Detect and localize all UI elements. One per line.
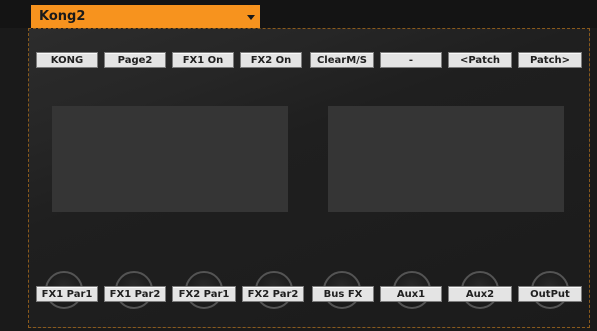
fx1-par1-label: FX1 Par1 [36,286,98,302]
right-display-screen [328,106,564,212]
prev-patch-button[interactable]: <Patch [448,52,512,68]
clear-ms-button[interactable]: ClearM/S [310,52,374,68]
left-display-screen [52,106,288,212]
fx2-par1-label: FX2 Par1 [172,286,236,302]
fx1-par2-label: FX1 Par2 [104,286,166,302]
empty-slot-button[interactable]: - [380,52,442,68]
aux1-label: Aux1 [380,286,442,302]
chevron-down-icon[interactable] [247,15,255,20]
aux2-label: Aux2 [448,286,512,302]
page2-button[interactable]: Page2 [104,52,166,68]
next-patch-button[interactable]: Patch> [518,52,582,68]
preset-name: Kong2 [39,9,86,24]
fx1-on-button[interactable]: FX1 On [172,52,234,68]
output-label: OutPut [518,286,582,302]
kong-button[interactable]: KONG [36,52,98,68]
fx2-on-button[interactable]: FX2 On [240,52,302,68]
fx2-par2-label: FX2 Par2 [242,286,304,302]
bus-fx-label: Bus FX [312,286,374,302]
preset-selector[interactable]: Kong2 [31,5,260,29]
